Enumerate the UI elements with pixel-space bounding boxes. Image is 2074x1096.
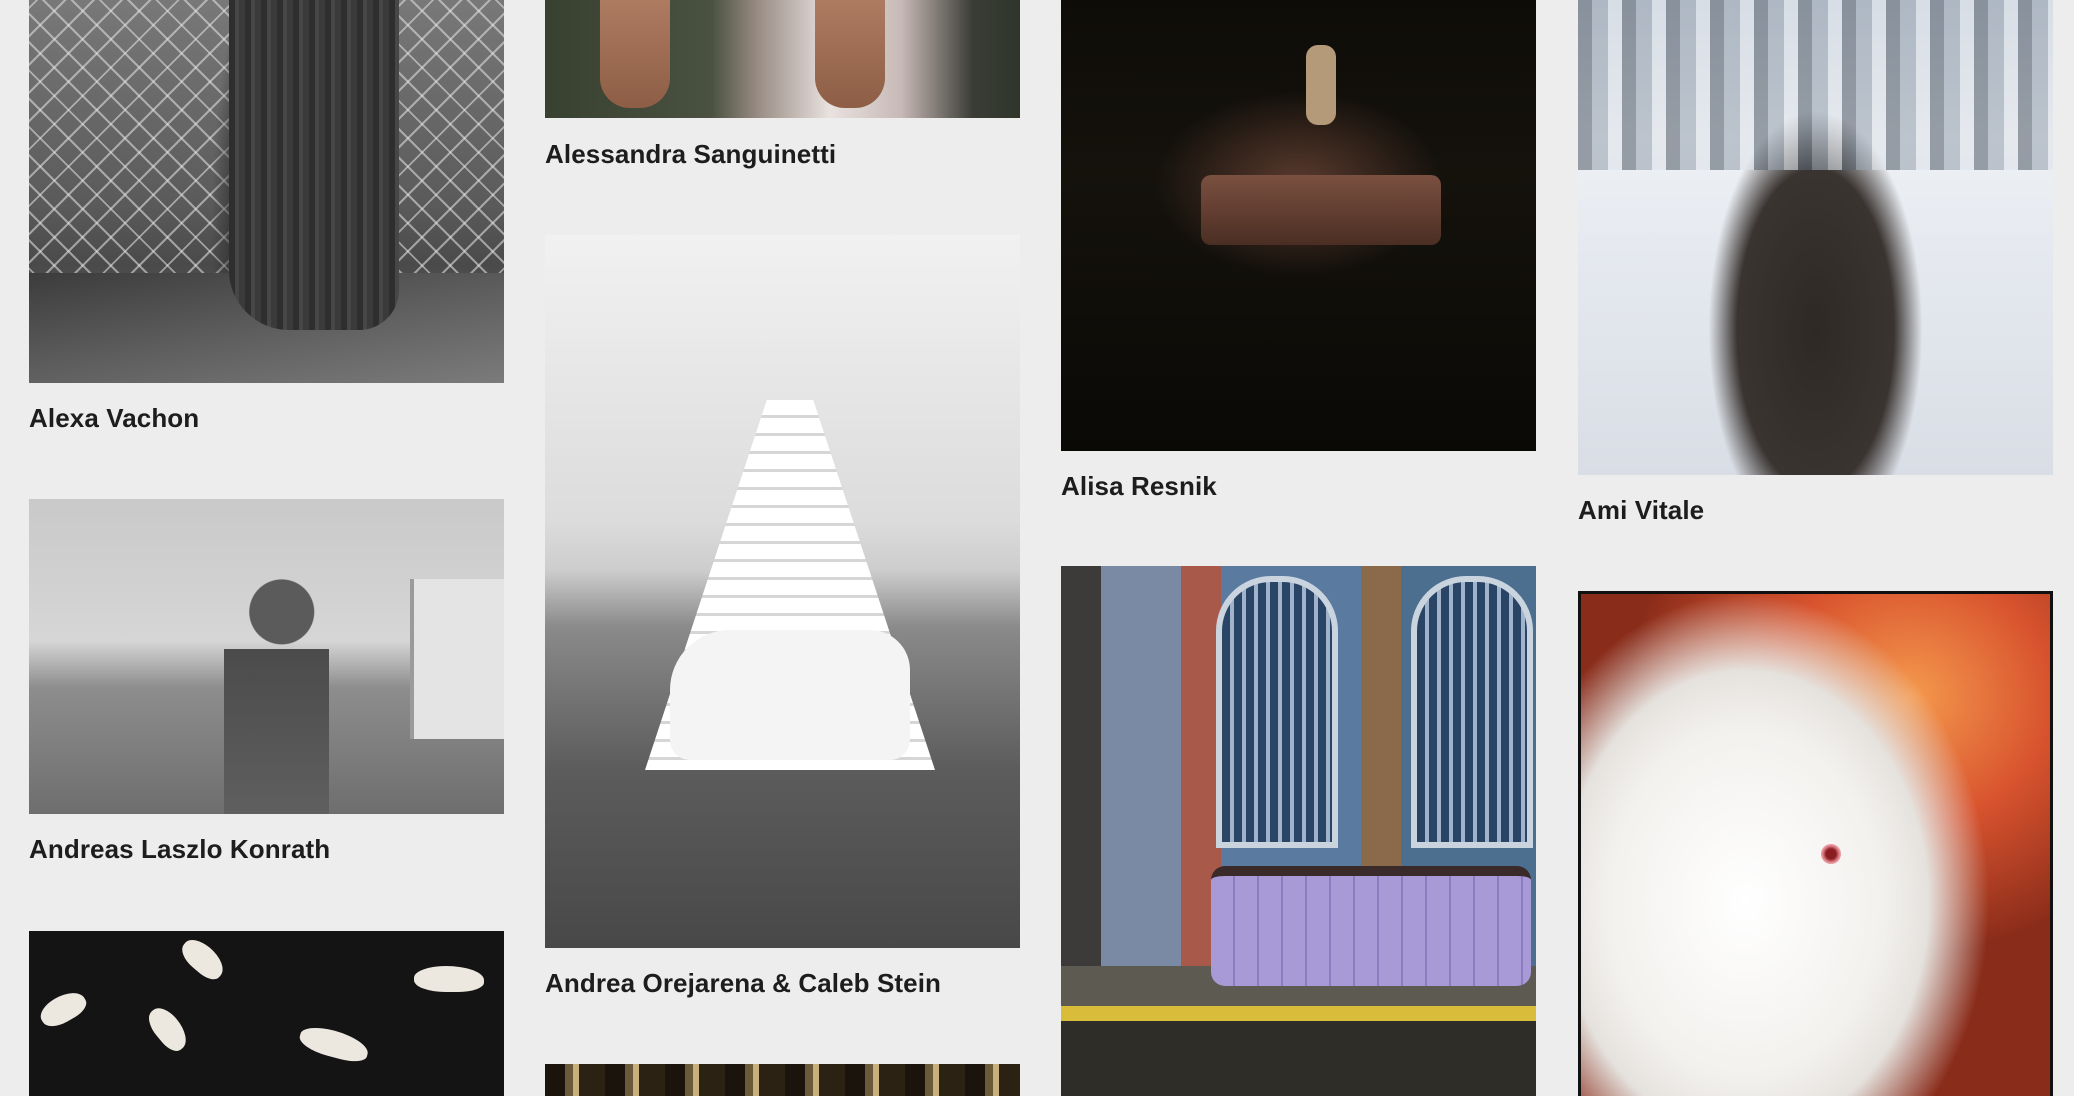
photographer-name-andrea-orejarena-caleb-stein[interactable]: Andrea Orejarena & Caleb Stein xyxy=(545,968,941,999)
photo-andreas-laszlo-konrath[interactable] xyxy=(29,499,504,814)
photographer-name-ami-vitale[interactable]: Ami Vitale xyxy=(1578,495,1704,526)
photo-swan xyxy=(142,1002,194,1056)
photo-tree-trunk xyxy=(229,0,399,330)
photo-window-left xyxy=(1216,576,1338,848)
photo-snowy-trees xyxy=(1578,0,2053,170)
photo-sofa xyxy=(1211,866,1531,986)
photo-swan xyxy=(35,985,91,1033)
photo-arm-right xyxy=(815,0,885,108)
photo-ami-vitale[interactable] xyxy=(1578,0,2053,475)
photo-alexa-vachon[interactable] xyxy=(29,0,504,383)
photo-rabbit-eye xyxy=(1821,844,1841,864)
photo-hand xyxy=(1306,45,1336,125)
photo-swans[interactable] xyxy=(29,931,504,1096)
photo-swan xyxy=(176,933,230,985)
photo-arm-left xyxy=(600,0,670,108)
photographer-name-alisa-resnik[interactable]: Alisa Resnik xyxy=(1061,471,1217,502)
photo-white-rabbit[interactable] xyxy=(1578,591,2053,1096)
photo-swan xyxy=(414,966,484,992)
photographer-grid: Alexa Vachon Andreas Laszlo Konrath Ales… xyxy=(0,0,2074,1096)
photo-house xyxy=(410,579,504,739)
photo-rooster-sofa[interactable] xyxy=(1061,566,1536,1096)
photographer-name-alexa-vachon[interactable]: Alexa Vachon xyxy=(29,403,199,434)
photo-seat xyxy=(1201,175,1441,245)
photo-next-partial[interactable] xyxy=(545,1064,1020,1096)
photo-alisa-resnik[interactable] xyxy=(1061,0,1536,451)
photo-horse xyxy=(670,630,910,760)
photographer-name-andreas-laszlo-konrath[interactable]: Andreas Laszlo Konrath xyxy=(29,834,330,865)
photo-swan xyxy=(296,1022,372,1066)
photo-alessandra-sanguinetti[interactable] xyxy=(545,0,1020,118)
photo-man xyxy=(224,579,329,814)
photo-andrea-orejarena-caleb-stein[interactable] xyxy=(545,235,1020,948)
photographer-name-alessandra-sanguinetti[interactable]: Alessandra Sanguinetti xyxy=(545,139,836,170)
photo-window-right xyxy=(1411,576,1533,848)
